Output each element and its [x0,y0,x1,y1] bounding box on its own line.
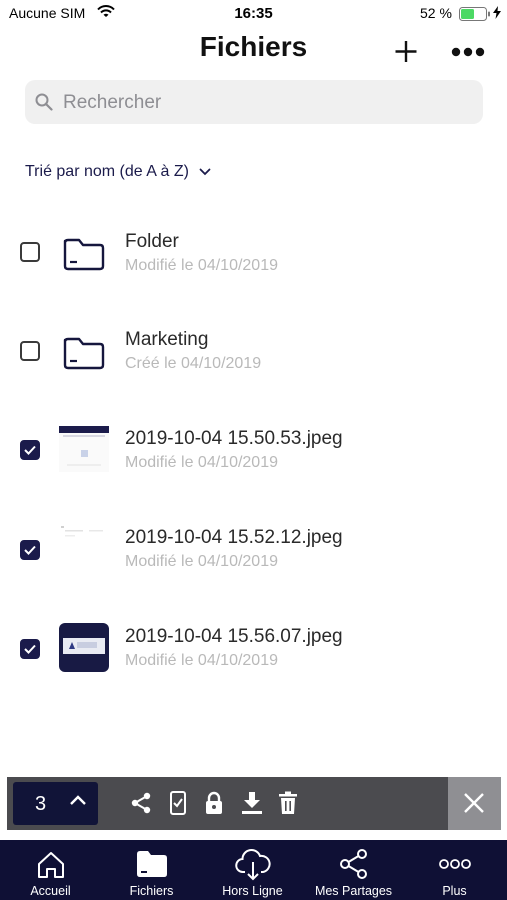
plus-icon [395,41,417,62]
selection-action-bar: 3 [7,777,501,830]
tab-fichiers[interactable]: Fichiers [101,840,202,900]
tab-plus[interactable]: Plus [404,840,505,900]
tab-label: Mes Partages [314,884,393,898]
chevron-up-icon[interactable] [69,794,87,806]
list-item[interactable]: 2019-10-04 15.56.07.jpeg Modifié le 04/1… [0,602,507,692]
phone-check-icon[interactable] [169,791,187,815]
folder-icon [59,327,109,377]
folder-icon [59,228,109,278]
select-checkbox[interactable] [20,440,40,460]
file-meta: Modifié le 04/10/2019 [125,652,278,669]
search-bar[interactable] [25,80,483,124]
lock-icon[interactable] [204,791,224,815]
checkmark-icon [24,445,36,455]
cloud-download-icon [234,848,271,881]
search-input[interactable] [61,88,465,118]
file-meta: Modifié le 04/10/2019 [125,553,278,570]
image-thumbnail [59,523,109,573]
home-icon [37,852,64,878]
file-name: Folder [125,231,179,252]
selected-count: 3 [35,793,47,815]
tab-bar: Accueil Fichiers Hors Ligne Mes Partages… [0,840,507,900]
share-icon [339,849,367,879]
battery-percent: 52 % [420,5,452,21]
tab-label: Fichiers [129,884,174,898]
share-icon[interactable] [129,791,153,815]
list-item[interactable]: Marketing Créé le 04/10/2019 [0,305,507,395]
file-name: 2019-10-04 15.56.07.jpeg [125,626,343,647]
selection-count-box[interactable]: 3 [13,782,98,825]
list-item[interactable]: 2019-10-04 15.52.12.jpeg Modifié le 04/1… [0,503,507,593]
tab-mes-partages[interactable]: Mes Partages [303,840,404,900]
select-checkbox[interactable] [20,242,40,262]
list-item[interactable]: 2019-10-04 15.50.53.jpeg Modifié le 04/1… [0,404,507,494]
image-thumbnail [59,424,109,474]
charging-icon [493,6,501,22]
close-selection-button[interactable] [448,777,501,830]
sort-label: Trié par nom (de A à Z) [25,163,189,180]
file-name: 2019-10-04 15.50.53.jpeg [125,428,343,449]
file-name: Marketing [125,329,209,350]
chevron-down-icon [199,168,211,176]
add-button[interactable] [391,36,421,66]
tab-label: Accueil [30,884,71,898]
tab-hors-ligne[interactable]: Hors Ligne [202,840,303,900]
tab-accueil[interactable]: Accueil [0,840,101,900]
select-checkbox[interactable] [20,341,40,361]
tab-label: Plus [442,884,467,898]
status-bar: Aucune SIM 16:35 52 % [0,0,507,28]
search-icon [35,93,53,116]
ellipsis-icon [451,47,485,57]
file-meta: Créé le 04/10/2019 [125,355,262,372]
file-meta: Modifié le 04/10/2019 [125,454,278,471]
more-icon [438,859,471,869]
folder-icon [136,851,167,877]
file-meta: Modifié le 04/10/2019 [125,257,278,274]
battery-icon [459,7,491,26]
page-title: Fichiers [199,31,308,62]
more-options-button[interactable] [450,38,486,66]
download-icon[interactable] [240,791,264,815]
select-checkbox[interactable] [20,639,40,659]
image-thumbnail [59,622,109,672]
checkmark-icon [24,644,36,654]
checkmark-icon [24,545,36,555]
close-icon [464,793,484,813]
select-checkbox[interactable] [20,540,40,560]
sort-dropdown[interactable]: Trié par nom (de A à Z) [25,163,211,181]
list-item[interactable]: Folder Modifié le 04/10/2019 [0,206,507,296]
trash-icon[interactable] [278,791,298,815]
file-name: 2019-10-04 15.52.12.jpeg [125,527,343,548]
tab-label: Hors Ligne [222,884,283,898]
